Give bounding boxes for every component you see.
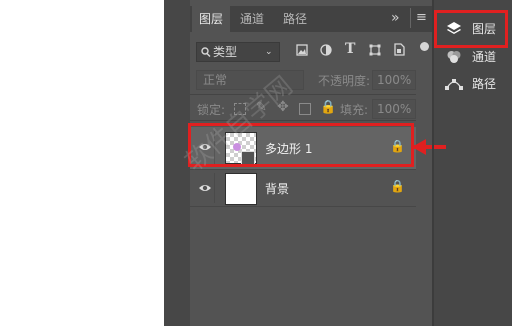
filter-kind-label: 类型 [213,45,238,59]
search-icon [201,43,211,66]
channels-icon [446,49,462,72]
layer-thumbnail [225,173,257,205]
highlight-box [188,123,414,167]
divider [190,120,416,121]
shape-filter-icon[interactable] [369,44,381,59]
arrow-head-icon [412,139,426,155]
collapse-icon[interactable]: » [391,10,400,26]
tab-paths[interactable]: 路径 [274,6,316,32]
adjustment-filter-icon[interactable] [320,44,332,59]
lock-label: 锁定: [197,103,226,117]
divider [214,173,215,203]
smart-object-filter-icon[interactable] [394,43,405,59]
image-filter-icon[interactable] [296,44,308,59]
layer-name[interactable]: 背景 [265,180,289,197]
divider [190,94,416,95]
lock-brush-icon[interactable]: ✎ [256,100,267,115]
lock-transparent-icon[interactable] [234,103,246,115]
filter-toggle-icon[interactable] [420,42,429,51]
fill-input[interactable]: 100% [372,99,416,119]
filter-kind-dropdown[interactable]: 类型 ⌄ [196,42,280,62]
opacity-value: 100% [377,73,412,87]
tab-layers[interactable]: 图层 [192,6,230,32]
lock-all-icon[interactable]: 🔒 [320,100,336,115]
panel-menu-icon[interactable]: ≡ [416,10,427,25]
tab-channels[interactable]: 通道 [232,6,272,32]
blend-mode-dropdown[interactable]: 正常 [196,70,304,90]
highlight-box [434,10,508,48]
right-item-channels[interactable]: 通道 [440,46,512,68]
eye-icon[interactable] [198,181,212,198]
layer-row-background[interactable]: 背景 🔒 [190,170,416,207]
fill-value: 100% [377,102,412,116]
text-filter-icon[interactable]: T [345,41,355,57]
tab-divider [410,8,411,28]
lock-icon: 🔒 [390,179,405,193]
right-item-label: 通道 [472,50,497,64]
lock-move-icon[interactable]: ✥ [277,99,289,115]
paths-icon [444,76,464,99]
panel-divider [432,0,434,326]
right-item-paths[interactable]: 路径 [440,73,512,95]
opacity-label: 不透明度: [318,74,371,88]
right-item-label: 路径 [472,77,497,91]
chevron-down-icon: ⌄ [265,47,273,57]
opacity-input[interactable]: 100% [372,70,416,90]
blend-mode-value: 正常 [203,73,228,87]
lock-artboard-icon[interactable] [299,103,311,115]
fill-label: 填充: [340,103,369,117]
